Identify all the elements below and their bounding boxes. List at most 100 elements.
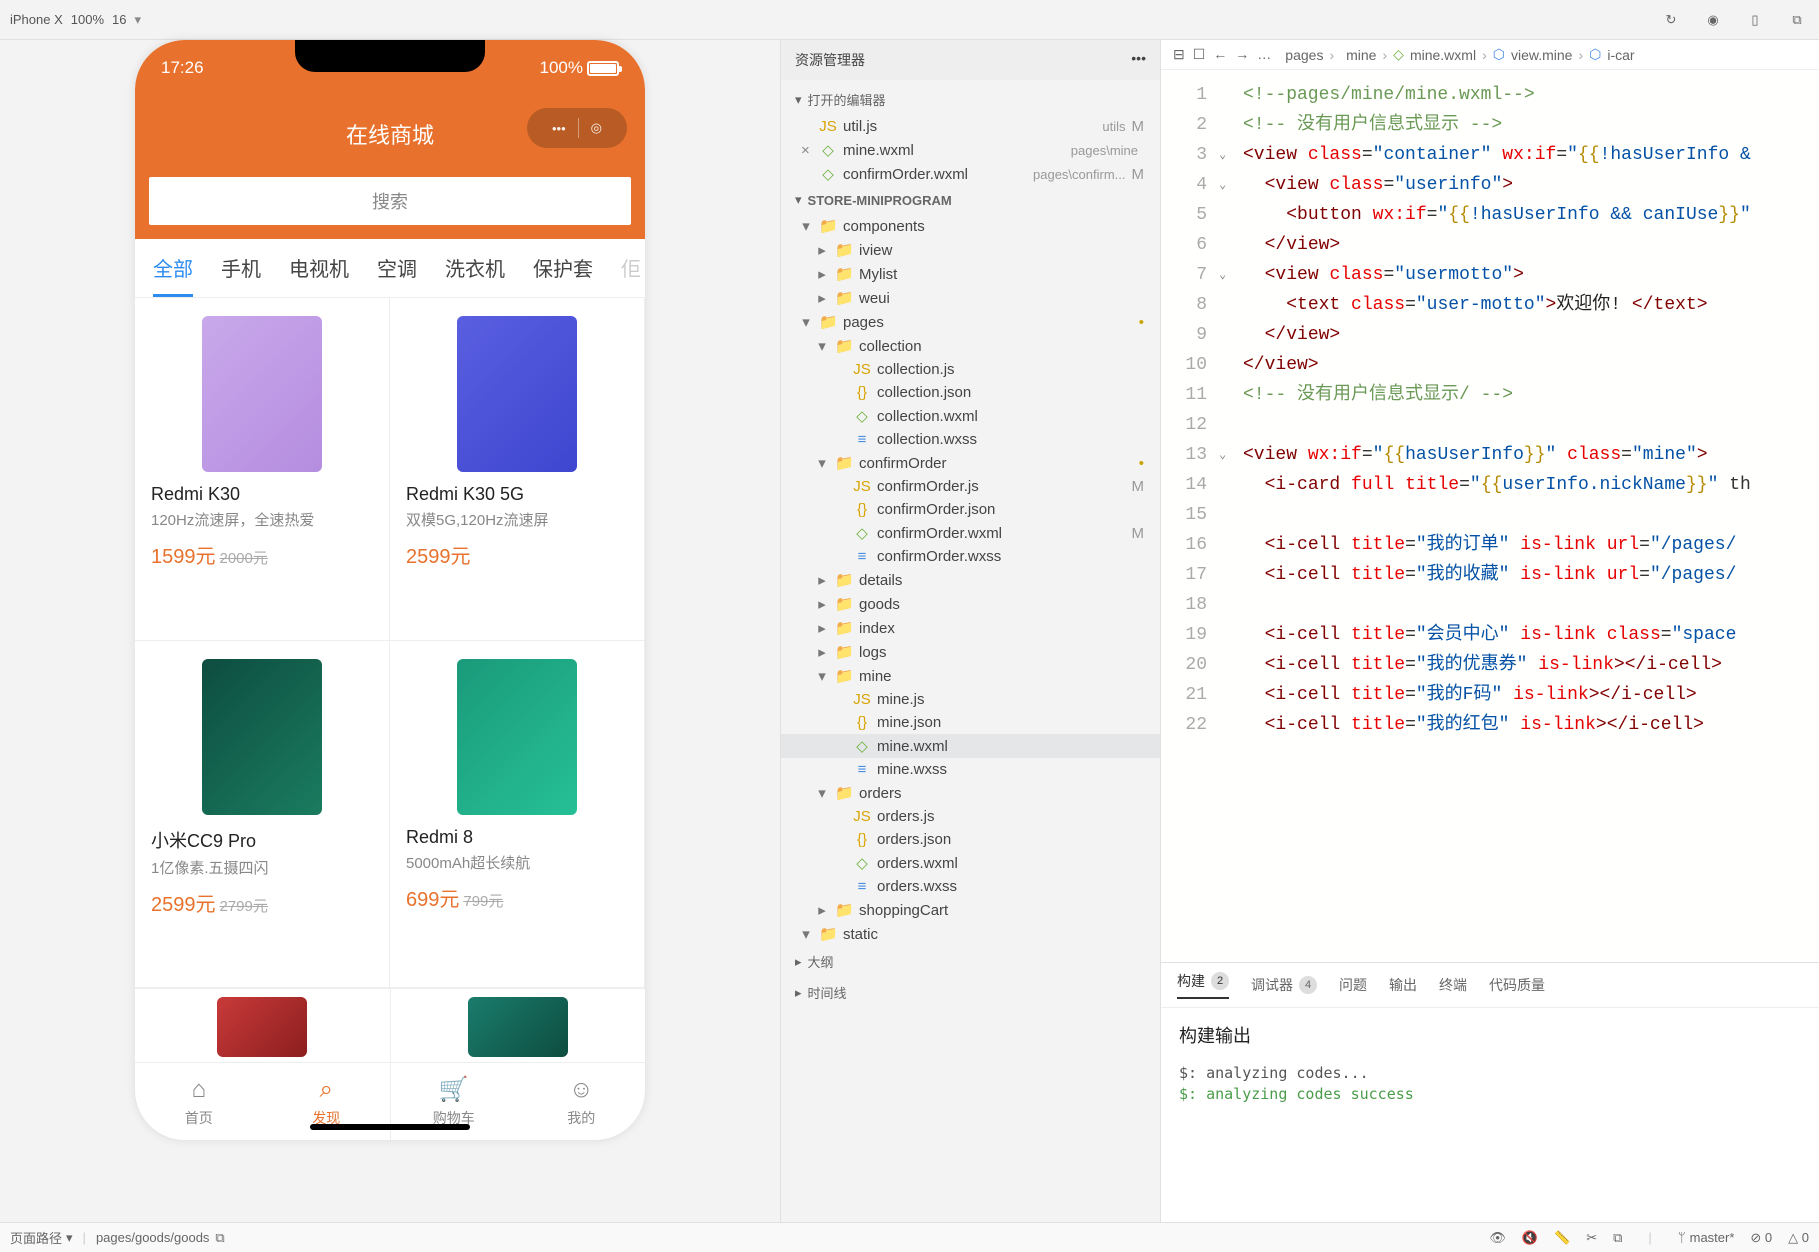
tree-item[interactable]: ▾📁static: [781, 922, 1160, 946]
code-line[interactable]: <i-cell title="我的优惠券" is-link></i-cell>: [1243, 650, 1819, 680]
git-branch[interactable]: ᛘmaster*: [1678, 1230, 1735, 1245]
footer-path[interactable]: pages/goods/goods: [96, 1230, 209, 1245]
category-tab-5[interactable]: 保护套: [533, 253, 593, 297]
code-line[interactable]: <view class="userinfo">: [1243, 170, 1819, 200]
code-line[interactable]: </view>: [1243, 350, 1819, 380]
tree-item[interactable]: ▸📁Mylist: [781, 262, 1160, 286]
category-tab-2[interactable]: 电视机: [289, 253, 349, 297]
tree-item[interactable]: ▾📁collection: [781, 334, 1160, 358]
tree-item[interactable]: {}confirmOrder.json: [781, 498, 1160, 521]
category-tab-3[interactable]: 空调: [377, 253, 417, 297]
tree-item[interactable]: ▾📁pages•: [781, 310, 1160, 334]
tree-item[interactable]: ≡collection.wxss: [781, 428, 1160, 451]
breadcrumb-item[interactable]: i-car: [1607, 47, 1634, 63]
open-editors-section[interactable]: ▾打开的编辑器: [781, 84, 1160, 115]
tree-item[interactable]: ◇mine.wxml: [781, 734, 1160, 758]
tree-item[interactable]: JSorders.js: [781, 805, 1160, 828]
font-size[interactable]: 16: [112, 12, 126, 27]
code-line[interactable]: <i-cell title="我的订单" is-link url="/pages…: [1243, 530, 1819, 560]
tree-item[interactable]: ≡mine.wxss: [781, 758, 1160, 781]
tree-item[interactable]: ▸📁details: [781, 568, 1160, 592]
mute-icon[interactable]: 🔇: [1522, 1230, 1538, 1246]
open-editor-item[interactable]: ◇confirmOrder.wxmlpages\confirm...M: [781, 162, 1160, 186]
more-icon[interactable]: •••: [552, 121, 566, 136]
open-editor-item[interactable]: JSutil.jsutilsM: [781, 115, 1160, 138]
code-line[interactable]: <view class="usermotto">: [1243, 260, 1819, 290]
tree-item[interactable]: ▸📁shoppingCart: [781, 898, 1160, 922]
code-line[interactable]: <!-- 没有用户信息式显示 -->: [1243, 110, 1819, 140]
tree-item[interactable]: ▸📁goods: [781, 592, 1160, 616]
tree-item[interactable]: ≡confirmOrder.wxss: [781, 545, 1160, 568]
code-line[interactable]: <view wx:if="{{hasUserInfo}}" class="min…: [1243, 440, 1819, 470]
tree-item[interactable]: ◇confirmOrder.wxmlM: [781, 521, 1160, 545]
refresh-icon[interactable]: ↻: [1659, 8, 1683, 32]
code-line[interactable]: </view>: [1243, 230, 1819, 260]
tree-item[interactable]: ▾📁confirmOrder•: [781, 451, 1160, 475]
output-tab[interactable]: 调试器4: [1251, 971, 1317, 999]
more-icon[interactable]: •••: [1131, 50, 1146, 70]
code-line[interactable]: [1243, 500, 1819, 530]
capsule-button[interactable]: ••• ◎: [527, 108, 627, 148]
record-icon[interactable]: ◉: [1701, 8, 1725, 32]
tree-item[interactable]: ▸📁iview: [781, 238, 1160, 262]
bc-more-icon[interactable]: …: [1257, 46, 1271, 63]
tree-item[interactable]: ◇collection.wxml: [781, 404, 1160, 428]
breadcrumb-item[interactable]: pages: [1285, 47, 1323, 63]
dropdown-icon[interactable]: ▾: [134, 12, 141, 28]
category-tab-4[interactable]: 洗衣机: [445, 253, 505, 297]
output-tab[interactable]: 问题: [1339, 971, 1367, 999]
tree-item[interactable]: ≡orders.wxss: [781, 875, 1160, 898]
device-icon[interactable]: ▯: [1743, 8, 1767, 32]
code-line[interactable]: <i-cell title="我的红包" is-link></i-cell>: [1243, 710, 1819, 740]
product-card[interactable]: Redmi 8 5000mAh超长续航 699元799元: [390, 641, 645, 989]
tabbar-我的[interactable]: ☺我的: [518, 1063, 646, 1140]
warnings-count[interactable]: △ 0: [1788, 1230, 1809, 1246]
target-icon[interactable]: ◎: [591, 120, 602, 136]
tree-item[interactable]: {}orders.json: [781, 828, 1160, 851]
tree-item[interactable]: JScollection.js: [781, 358, 1160, 381]
chevron-down-icon[interactable]: ▾: [66, 1230, 73, 1246]
tree-item[interactable]: ▾📁components: [781, 214, 1160, 238]
tree-item[interactable]: ◇orders.wxml: [781, 851, 1160, 875]
category-tab-1[interactable]: 手机: [221, 253, 261, 297]
eye-icon[interactable]: 👁: [1489, 1230, 1506, 1246]
search-input[interactable]: 搜索: [149, 177, 631, 225]
outline-section[interactable]: ▸大纲: [781, 946, 1160, 977]
product-card[interactable]: Redmi K30 5G 双模5G,120Hz流速屏 2599元: [390, 298, 645, 641]
ruler-icon[interactable]: 📏: [1554, 1230, 1570, 1246]
code-line[interactable]: <i-cell title="我的F码" is-link></i-cell>: [1243, 680, 1819, 710]
bc-expand-icon[interactable]: ⊟: [1173, 46, 1185, 63]
breadcrumb-item[interactable]: mine.wxml: [1410, 47, 1476, 63]
timeline-section[interactable]: ▸时间线: [781, 977, 1160, 1008]
code-line[interactable]: <i-cell title="会员中心" is-link class="spac…: [1243, 620, 1819, 650]
open-editor-item[interactable]: ×◇mine.wxmlpages\mine: [781, 138, 1160, 162]
code-line[interactable]: <i-cell title="我的收藏" is-link url="/pages…: [1243, 560, 1819, 590]
tree-item[interactable]: ▸📁logs: [781, 640, 1160, 664]
product-card[interactable]: Redmi K30 120Hz流速屏，全速热爱 1599元2000元: [135, 298, 390, 641]
tree-item[interactable]: ▾📁mine: [781, 664, 1160, 688]
popup-icon[interactable]: ⧉: [1613, 1230, 1622, 1246]
detach-icon[interactable]: ⧉: [1785, 8, 1809, 32]
cut-icon[interactable]: ✂: [1586, 1230, 1597, 1246]
tree-item[interactable]: {}mine.json: [781, 711, 1160, 734]
code-line[interactable]: [1243, 410, 1819, 440]
output-tab[interactable]: 代码质量: [1489, 971, 1545, 999]
device-selector[interactable]: iPhone X: [10, 12, 63, 27]
output-tab[interactable]: 终端: [1439, 971, 1467, 999]
bc-bookmark-icon[interactable]: ☐: [1193, 46, 1206, 63]
output-tab[interactable]: 输出: [1389, 971, 1417, 999]
code-line[interactable]: <text class="user-motto">欢迎你! </text>: [1243, 290, 1819, 320]
code-line[interactable]: <!--pages/mine/mine.wxml-->: [1243, 80, 1819, 110]
code-line[interactable]: <button wx:if="{{!hasUserInfo && canIUse…: [1243, 200, 1819, 230]
output-tab[interactable]: 构建2: [1177, 971, 1229, 999]
tree-item[interactable]: ▸📁index: [781, 616, 1160, 640]
code-line[interactable]: </view>: [1243, 320, 1819, 350]
code-line[interactable]: [1243, 590, 1819, 620]
breadcrumb-item[interactable]: mine: [1346, 47, 1376, 63]
copy-icon[interactable]: ⧉: [215, 1230, 224, 1246]
code-line[interactable]: <!-- 没有用户信息式显示/ -->: [1243, 380, 1819, 410]
bc-fwd-icon[interactable]: →: [1235, 46, 1249, 63]
breadcrumb-item[interactable]: view.mine: [1511, 47, 1572, 63]
code-line[interactable]: <view class="container" wx:if="{{!hasUse…: [1243, 140, 1819, 170]
project-section[interactable]: ▾STORE-MINIPROGRAM: [781, 186, 1160, 214]
